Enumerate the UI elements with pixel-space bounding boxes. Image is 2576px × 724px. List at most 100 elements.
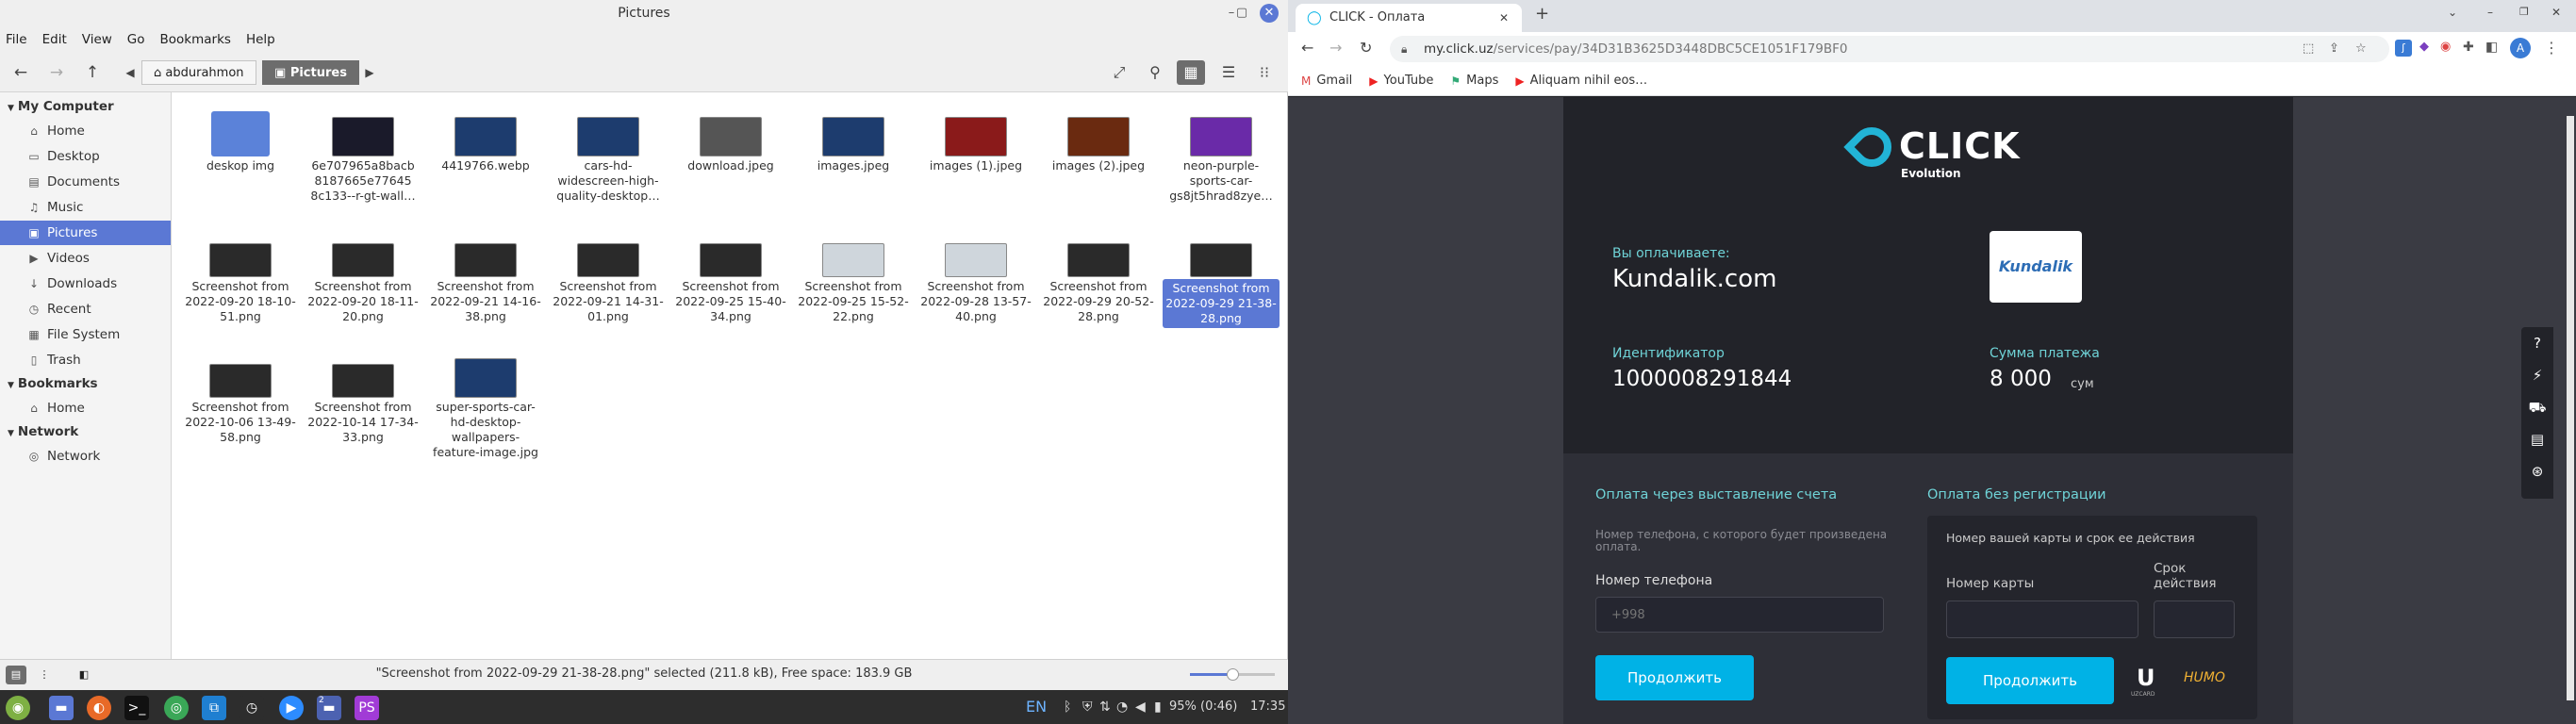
tab-close-icon[interactable]: ✕ [1499, 4, 1509, 32]
up-icon[interactable]: ↑ [79, 61, 106, 84]
extension-red-icon[interactable]: ◉ [2440, 40, 2451, 54]
extension-icon[interactable]: ʃ [2395, 40, 2412, 57]
firefox-icon[interactable]: ◐ [87, 696, 111, 720]
sidebar-item-downloads[interactable]: ↓ Downloads [0, 272, 171, 296]
crumb-right-icon[interactable]: ▶ [360, 61, 379, 84]
expander-icon[interactable]: ▼ [8, 104, 14, 113]
wallet-icon[interactable]: ▤ [2521, 423, 2553, 455]
reload-icon[interactable]: ↻ [1360, 39, 1372, 57]
wifi-icon[interactable]: ◔ [1116, 690, 1128, 724]
sidebar-item-home[interactable]: ⌂ Home [0, 119, 171, 143]
profile-avatar[interactable]: A [2510, 38, 2531, 58]
expander-icon[interactable]: ▼ [8, 381, 14, 390]
bookmark-item[interactable]: ⚑ Maps [1450, 74, 1498, 88]
browser-menu-icon[interactable]: ⋮ [2544, 39, 2559, 57]
extension-purple-icon[interactable]: ◆ [2419, 40, 2429, 54]
zoom-slider-handle[interactable] [1227, 668, 1239, 681]
sidebar-item-home[interactable]: ⌂ Home [0, 396, 171, 420]
file-item[interactable]: Screenshot from 2022-09-28 13-57-40.png [917, 226, 1034, 324]
browser-minimize-icon[interactable]: – [2487, 6, 2493, 19]
list-view-button[interactable]: ☰ [1214, 60, 1243, 85]
clock[interactable]: 17:35 [1250, 690, 1285, 724]
address-bar[interactable]: 🔒︎ my.click.uz/services/pay/34D31B3625D3… [1390, 36, 2389, 62]
extensions-puzzle-icon[interactable]: ✚ [2463, 40, 2474, 55]
maximize-icon[interactable]: ▢ [1232, 4, 1251, 23]
new-tab-icon[interactable]: + [1535, 4, 1549, 24]
menu-help[interactable]: Help [246, 32, 275, 47]
sidebar-item-network[interactable]: ◎ Network [0, 444, 171, 469]
zoom-app-icon[interactable]: ▶ [279, 696, 304, 720]
question-icon[interactable]: ? [2521, 327, 2553, 359]
file-item[interactable]: deskop img [182, 106, 299, 173]
battery-icon[interactable]: ▮ [1154, 690, 1162, 724]
sidebar-section-my-computer[interactable]: ▼ My Computer [8, 96, 114, 117]
browser-restore-icon[interactable]: ❐ [2519, 6, 2529, 18]
card-continue-button[interactable]: Продолжить [1946, 657, 2114, 704]
tab-click[interactable]: ◯ CLICK - Оплата ✕ [1296, 4, 1522, 32]
phpstorm-icon[interactable]: PS [355, 696, 379, 720]
star-icon[interactable]: ☆ [2355, 36, 2367, 62]
terminal-icon[interactable]: >_ [124, 696, 149, 720]
translate-icon[interactable]: ⬚ [2303, 36, 2314, 62]
sidebar-item-trash[interactable]: ▯ Trash [0, 348, 171, 372]
sidebar-item-videos[interactable]: ▶ Videos [0, 246, 171, 271]
card-expiry-input[interactable] [2154, 601, 2235, 638]
file-item[interactable]: Screenshot from 2022-09-21 14-16-38.png [427, 226, 544, 324]
sidebar-item-desktop[interactable]: ▭ Desktop [0, 144, 171, 169]
cart-icon[interactable]: ⛟ [2521, 391, 2553, 423]
plug-icon[interactable]: ⚡ [2521, 359, 2553, 391]
icon-view-button[interactable]: ▦ [1177, 60, 1205, 85]
menu-view[interactable]: View [82, 32, 112, 47]
back-icon[interactable]: ← [8, 61, 34, 84]
tab-search-icon[interactable]: ⌄ [2448, 6, 2457, 19]
menu-bookmarks[interactable]: Bookmarks [160, 32, 231, 47]
breadcrumb-home[interactable]: ⌂ abdurahmon [141, 60, 256, 85]
bookmark-item[interactable]: ▶ Aliquam nihil eos… [1515, 74, 1647, 88]
file-item[interactable]: neon-purple- sports-car- gs8jt5hrad8zye… [1163, 106, 1280, 204]
file-item[interactable]: cars-hd- widescreen-high- quality-deskto… [550, 106, 667, 204]
file-item[interactable]: Screenshot from 2022-09-20 18-11-20.png [305, 226, 421, 324]
file-item[interactable]: images.jpeg [795, 106, 912, 173]
close-icon[interactable]: ✕ [1260, 4, 1279, 23]
file-item[interactable]: Screenshot from 2022-09-25 15-52-22.png [795, 226, 912, 324]
files-taskbar-icon[interactable]: 2 ▬ [317, 696, 341, 720]
search-icon[interactable]: ⚲ [1141, 60, 1169, 85]
bookmark-item[interactable]: ▶ YouTube [1369, 74, 1433, 88]
phone-input[interactable] [1595, 597, 1884, 633]
sidebar-section-bookmarks[interactable]: ▼ Bookmarks [8, 373, 98, 394]
mint-menu-icon[interactable]: ◉ [6, 696, 30, 720]
sidebar-item-file-system[interactable]: ▦ File System [0, 322, 171, 347]
zoom-slider[interactable] [1190, 668, 1275, 681]
keyboard-layout[interactable]: EN [1026, 690, 1047, 724]
volume-icon[interactable]: ◀ [1135, 690, 1146, 724]
menu-edit[interactable]: Edit [42, 32, 67, 47]
scrollbar[interactable] [2567, 116, 2574, 700]
chrome-icon[interactable]: ◎ [164, 696, 189, 720]
forward-icon[interactable]: → [1329, 39, 1342, 57]
bookmark-item[interactable]: M Gmail [1301, 74, 1352, 88]
file-item[interactable]: Screenshot from 2022-10-06 13-49-58.png [182, 347, 299, 445]
terminal-toggle-icon[interactable]: ⤢ [1105, 60, 1133, 85]
sidebar-section-network[interactable]: ▼ Network [8, 421, 78, 442]
shield-icon[interactable]: ⛨ [1082, 690, 1093, 724]
file-item[interactable]: Screenshot from 2022-09-20 18-10-51.png [182, 226, 299, 324]
file-item[interactable]: Screenshot from 2022-09-29 21-38-28.png [1163, 226, 1280, 328]
vscode-icon[interactable]: ⧉ [202, 696, 226, 720]
sidebar-item-recent[interactable]: ◷ Recent [0, 297, 171, 321]
back-icon[interactable]: ← [1301, 39, 1313, 57]
file-item[interactable]: images (1).jpeg [917, 106, 1034, 173]
file-item[interactable]: 4419766.webp [427, 106, 544, 173]
browser-close-icon[interactable]: ✕ [2551, 6, 2561, 19]
card-number-input[interactable] [1946, 601, 2138, 638]
invoice-continue-button[interactable]: Продолжить [1595, 655, 1754, 700]
show-desktop-icon[interactable]: ▬ [49, 696, 74, 720]
file-item[interactable]: Screenshot from 2022-10-14 17-34-33.png [305, 347, 421, 445]
share-icon[interactable]: ⇪ [2329, 36, 2339, 62]
side-panel-icon[interactable]: ◧ [2485, 40, 2498, 55]
bluetooth-icon[interactable]: ᛒ [1064, 690, 1071, 724]
timeshift-icon[interactable]: ◷ [239, 696, 264, 720]
sidebar-item-pictures[interactable]: ▣ Pictures [0, 221, 171, 245]
network-tray-icon[interactable]: ⇅ [1099, 690, 1111, 724]
file-item[interactable]: Screenshot from 2022-09-25 15-40-34.png [672, 226, 789, 324]
sidebar-item-documents[interactable]: ▤ Documents [0, 170, 171, 194]
